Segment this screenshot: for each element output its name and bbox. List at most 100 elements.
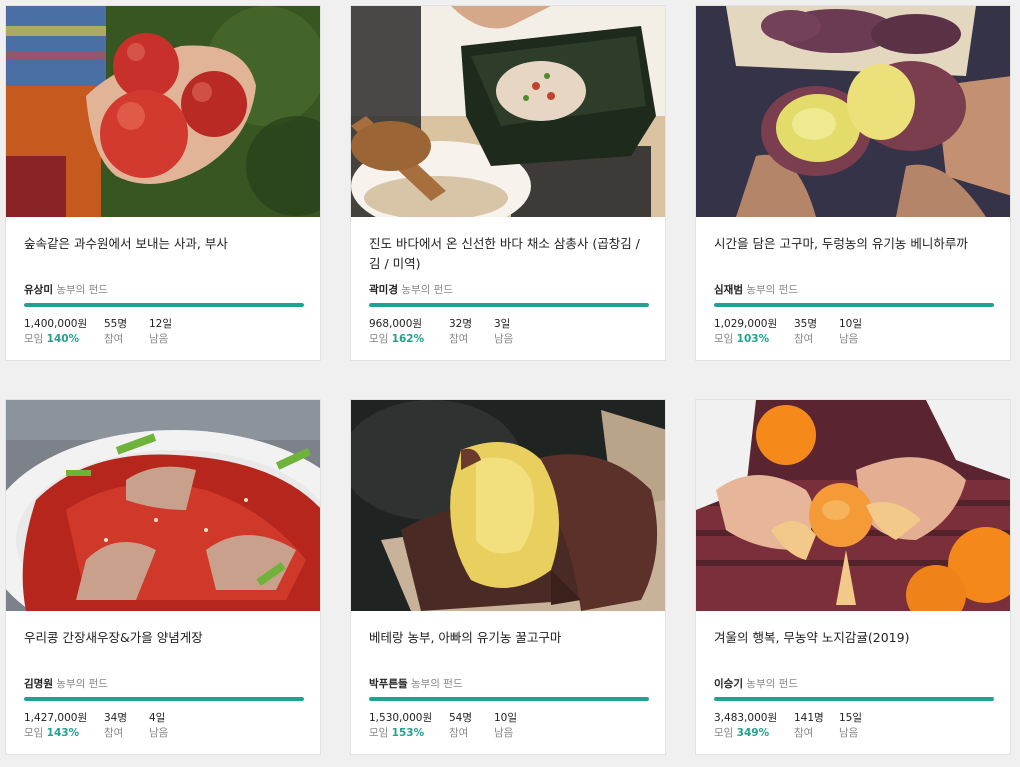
participants-stat: 141명 참여 <box>794 711 824 741</box>
days-value: 4일 <box>149 712 166 724</box>
farmer-suffix: 농부의 펀드 <box>56 284 108 296</box>
product-photo-tangerine[interactable] <box>696 400 1010 611</box>
progress-fill <box>369 303 649 307</box>
days-label: 남음 <box>839 333 859 345</box>
amount-stat: 3,483,000원 모임 349% <box>714 711 777 741</box>
farmer-suffix: 농부의 펀드 <box>56 678 108 690</box>
amount-stat: 1,400,000원 모임 140% <box>24 317 87 347</box>
days-stat: 3일 남음 <box>494 317 513 347</box>
progress-fill <box>714 303 994 307</box>
fund-card[interactable]: 베테랑 농부, 아빠의 유기농 꿀고구마 박푸른들 농부의 펀드 1,530,0… <box>350 399 666 755</box>
fund-card[interactable]: 숲속같은 과수원에서 보내는 사과, 부사 유상미 농부의 펀드 1,400,0… <box>5 5 321 361</box>
percent-value: 103% <box>736 333 770 345</box>
farmer-suffix: 농부의 펀드 <box>746 284 798 296</box>
days-value: 10일 <box>494 712 518 724</box>
amount-stat: 1,029,000원 모임 103% <box>714 317 777 347</box>
participants-value: 35명 <box>794 318 818 330</box>
product-photo-crab[interactable] <box>6 400 320 611</box>
product-title[interactable]: 숲속같은 과수원에서 보내는 사과, 부사 <box>24 234 306 254</box>
days-stat: 4일 남음 <box>149 711 168 741</box>
participants-stat: 54명 참여 <box>449 711 472 741</box>
amount-value: 1,427,000원 <box>24 712 88 724</box>
raised-label: 모임 <box>369 333 389 345</box>
product-title[interactable]: 겨울의 행복, 무농약 노지감귤(2019) <box>714 628 996 648</box>
percent-value: 140% <box>46 333 80 345</box>
farmer-name: 박푸른들 <box>369 678 408 690</box>
days-stat: 12일 남음 <box>149 317 172 347</box>
product-title[interactable]: 시간을 담은 고구마, 두렁농의 유기농 베니하루까 <box>714 234 996 254</box>
days-stat: 10일 남음 <box>839 317 862 347</box>
fund-card[interactable]: 시간을 담은 고구마, 두렁농의 유기농 베니하루까 심재범 농부의 펀드 1,… <box>695 5 1011 361</box>
days-value: 10일 <box>839 318 863 330</box>
days-stat: 10일 남음 <box>494 711 517 741</box>
participants-label: 참여 <box>104 727 124 739</box>
product-title[interactable]: 베테랑 농부, 아빠의 유기농 꿀고구마 <box>369 628 651 648</box>
raised-label: 모임 <box>369 727 389 739</box>
farmer-fund-label: 박푸른들 농부의 펀드 <box>369 676 463 691</box>
raised-label: 모임 <box>714 333 734 345</box>
funding-progress-bar <box>369 303 649 307</box>
participants-stat: 55명 참여 <box>104 317 127 347</box>
farmer-fund-label: 유상미 농부의 펀드 <box>24 282 108 297</box>
funding-progress-bar <box>24 303 304 307</box>
fund-card[interactable]: 겨울의 행복, 무농약 노지감귤(2019) 이승기 농부의 펀드 3,483,… <box>695 399 1011 755</box>
fund-card[interactable]: 우리콩 간장새우장&가을 양념게장 김명원 농부의 펀드 1,427,000원 … <box>5 399 321 755</box>
farmer-suffix: 농부의 펀드 <box>746 678 798 690</box>
participants-label: 참여 <box>449 727 469 739</box>
raised-label: 모임 <box>714 727 734 739</box>
amount-value: 1,029,000원 <box>714 318 778 330</box>
funding-progress-bar <box>714 303 994 307</box>
days-label: 남음 <box>149 727 169 739</box>
amount-value: 1,400,000원 <box>24 318 88 330</box>
funding-progress-bar <box>369 697 649 701</box>
farmer-suffix: 농부의 펀드 <box>410 678 463 690</box>
amount-value: 3,483,000원 <box>714 712 778 724</box>
amount-stat: 968,000원 모임 162% <box>369 317 424 347</box>
percent-value: 162% <box>391 333 425 345</box>
days-label: 남음 <box>149 333 169 345</box>
participants-stat: 32명 참여 <box>449 317 472 347</box>
days-value: 3일 <box>494 318 511 330</box>
participants-value: 141명 <box>794 712 824 724</box>
percent-value: 143% <box>46 727 80 739</box>
product-photo-roasted-sweet-potato[interactable] <box>351 400 665 611</box>
days-value: 12일 <box>149 318 173 330</box>
progress-fill <box>714 697 994 701</box>
participants-stat: 35명 참여 <box>794 317 817 347</box>
farmer-fund-label: 곽미경 농부의 펀드 <box>369 282 453 297</box>
product-title[interactable]: 진도 바다에서 온 신선한 바다 채소 삼총사 (곱창김 / 김 / 미역) <box>369 234 651 274</box>
days-label: 남음 <box>494 333 514 345</box>
raised-label: 모임 <box>24 727 44 739</box>
participants-label: 참여 <box>794 727 814 739</box>
farmer-fund-label: 이승기 농부의 펀드 <box>714 676 798 691</box>
product-photo-apples[interactable] <box>6 6 320 217</box>
percent-value: 153% <box>391 727 425 739</box>
farmer-fund-label: 김명원 농부의 펀드 <box>24 676 108 691</box>
farmer-name: 이승기 <box>714 678 743 690</box>
farmer-name: 곽미경 <box>369 284 398 296</box>
farmer-suffix: 농부의 펀드 <box>401 284 453 296</box>
amount-stat: 1,427,000원 모임 143% <box>24 711 87 741</box>
days-value: 15일 <box>839 712 863 724</box>
fund-card[interactable]: 진도 바다에서 온 신선한 바다 채소 삼총사 (곱창김 / 김 / 미역) 곽… <box>350 5 666 361</box>
farmer-name: 김명원 <box>24 678 53 690</box>
amount-value: 1,530,000원 <box>369 712 433 724</box>
progress-fill <box>369 697 649 701</box>
funding-progress-bar <box>714 697 994 701</box>
product-photo-seaweed[interactable] <box>351 6 665 217</box>
product-title[interactable]: 우리콩 간장새우장&가을 양념게장 <box>24 628 306 648</box>
participants-value: 32명 <box>449 318 473 330</box>
days-label: 남음 <box>494 727 514 739</box>
progress-fill <box>24 697 304 701</box>
amount-stat: 1,530,000원 모임 153% <box>369 711 432 741</box>
product-photo-sweet-potato[interactable] <box>696 6 1010 217</box>
funding-progress-bar <box>24 697 304 701</box>
participants-value: 54명 <box>449 712 473 724</box>
amount-value: 968,000원 <box>369 318 423 330</box>
participants-stat: 34명 참여 <box>104 711 127 741</box>
raised-label: 모임 <box>24 333 44 345</box>
participants-value: 34명 <box>104 712 128 724</box>
farmer-fund-label: 심재범 농부의 펀드 <box>714 282 798 297</box>
farmer-name: 심재범 <box>714 284 743 296</box>
participants-label: 참여 <box>449 333 469 345</box>
